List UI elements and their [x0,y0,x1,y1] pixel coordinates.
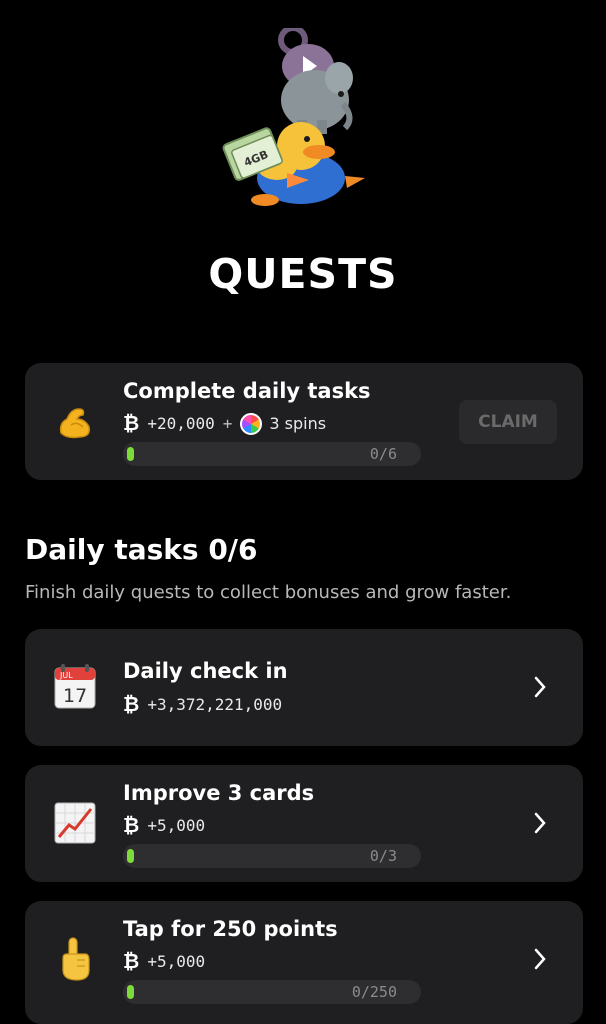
chevron-right-icon [531,811,549,835]
duck-elephant-mascot-icon: 4GB [222,25,365,206]
hero-illustration: 4GB [215,25,375,213]
flexed-biceps-icon [53,401,97,445]
task-reward: ₿ +3,372,221,000 [123,692,282,717]
task-progress-text: 0/250 [351,983,397,1001]
summary-reward: ₿ +20,000 + 3 spins [123,411,326,436]
coin-icon: ₿ [123,692,140,716]
pointing-up-icon [53,937,97,981]
coin-icon: ₿ [123,411,140,435]
task-title: Improve 3 cards [123,781,315,805]
daily-tasks-subtitle: Finish daily quests to collect bonuses a… [25,582,512,603]
daily-tasks-summary-card: Complete daily tasks ₿ +20,000 + 3 spins… [25,363,583,480]
task-title: Tap for 250 points [123,917,338,941]
task-reward-amount: +3,372,221,000 [147,695,283,714]
page-title: QUESTS [208,250,398,298]
task-reward-amount: +5,000 [147,952,206,971]
summary-progress-bar: 0/6 [123,442,421,466]
calendar-icon: JUL 17 [53,664,97,709]
chevron-right-icon [531,675,549,699]
svg-text:17: 17 [63,685,87,707]
task-card-tap-points[interactable]: Tap for 250 points ₿ +5,000 0/250 [25,901,583,1024]
daily-tasks-heading: Daily tasks 0/6 [25,533,258,566]
task-progress-bar: 0/3 [123,844,421,868]
task-reward-amount: +5,000 [147,816,206,835]
progress-fill [127,447,134,461]
progress-fill [127,849,134,863]
chart-increasing-icon [53,801,97,845]
task-progress-text: 0/3 [369,847,397,865]
task-card-daily-check-in[interactable]: JUL 17 Daily check in ₿ +3,372,221,000 [25,629,583,746]
reward-plus-separator: + [222,414,233,433]
summary-spins: 3 spins [269,414,327,433]
coin-icon: ₿ [123,949,140,973]
chevron-right-icon [531,947,549,971]
progress-fill [127,985,134,999]
task-title: Daily check in [123,659,288,683]
task-progress-bar: 0/250 [123,980,421,1004]
spin-wheel-icon [240,412,263,435]
quests-screen: 4GB QUESTS Complete daily tasks ₿ +20,00… [0,0,606,1024]
task-reward: ₿ +5,000 [123,813,205,838]
claim-button[interactable]: CLAIM [459,400,557,444]
svg-text:JUL: JUL [59,671,73,680]
summary-reward-amount: +20,000 [147,414,215,433]
summary-progress-text: 0/6 [369,445,397,463]
coin-icon: ₿ [123,813,140,837]
summary-title: Complete daily tasks [123,379,371,403]
task-card-improve-cards[interactable]: Improve 3 cards ₿ +5,000 0/3 [25,765,583,882]
task-reward: ₿ +5,000 [123,949,205,974]
